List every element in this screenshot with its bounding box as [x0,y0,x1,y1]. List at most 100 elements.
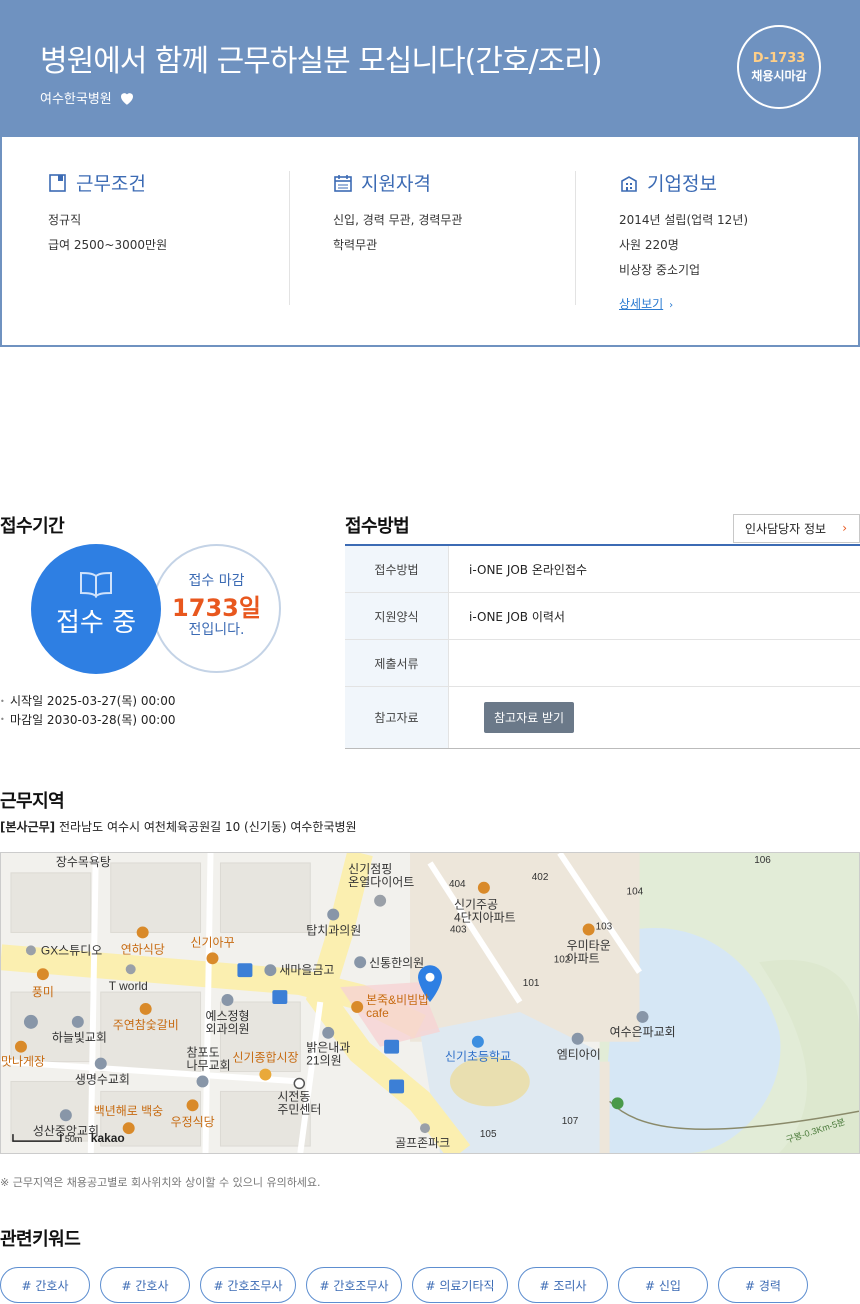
row-key: 참고자료 [345,687,449,748]
company-section: 기업정보 2014년 설립(업력 12년) 사원 220명 비상장 중소기업 상… [619,169,859,312]
map-label: 404 [449,879,466,890]
qualifications-section: 지원자격 신입, 경력 무관, 경력무관 학력무관 [333,169,573,258]
map-label: 402 [532,872,549,883]
keywords-title: 관련키워드 [0,1229,81,1250]
work-address: [본사근무] 전라남도 여수시 여천체육공원길 10 (신기동) 여수한국병원 [0,818,357,835]
period-dates: 시작일 2025-03-27(목) 00:00 마감일 2030-03-28(목… [0,692,175,729]
map-label: 장수목욕탕 [56,855,111,869]
keyword-list: # 간호사 # 간호사 # 간호조무사 # 간호조무사 # 의료기타직 # 조리… [0,1267,808,1303]
qualifications-title: 지원자격 [361,173,431,195]
map-label: 신기초등학교 [445,1050,511,1064]
dday-badge: D-1733 채용시마감 [737,25,821,109]
map-label: 403 [450,924,467,935]
period-title: 접수기간 [0,516,65,537]
countdown-days: 1733일 [172,594,261,622]
keyword-tag[interactable]: # 조리사 [518,1267,608,1303]
map-label: 신통한의원 [369,956,424,970]
map-label: 시전동 주민센터 [277,1089,321,1116]
map-label: 하늘빛교회 [52,1031,107,1045]
keyword-tag[interactable]: # 신입 [618,1267,708,1303]
document-icon [49,173,66,192]
calendar-icon [334,174,352,192]
map-label: 신기아꾸 [191,935,235,949]
company-name[interactable]: 여수한국병원 [40,88,112,107]
end-date: 마감일 2030-03-28(목) 00:00 [0,711,175,730]
map-label: 101 [523,978,540,989]
table-row: 참고자료 참고자료 받기 [345,687,860,748]
keyword-tag[interactable]: # 간호조무사 [200,1267,296,1303]
school-field [449,1056,530,1107]
scale-label: 50m [65,1134,82,1144]
location-map[interactable]: 장수목욕탕 GX스튜디오 연하식당 신기아꾸 T world 풍미 하늘빛교회 … [0,852,860,1154]
map-label: 맛나게장 [1,1055,45,1069]
map-label: 생명수교회 [75,1072,130,1086]
map-label: 106 [754,855,771,866]
condition-salary: 급여 2500~3000만원 [48,238,168,252]
map-label: 엠티아이 [557,1048,601,1062]
map-label: 우정식당 [171,1115,215,1129]
map-label: 신기종합시장 [232,1051,298,1065]
company-employees: 사원 220명 [619,238,679,252]
map-label: T world [109,979,148,993]
building-icon [621,175,637,192]
condition-employment: 정규직 [48,213,82,227]
chevron-right-icon: › [669,300,674,311]
method-title: 접수방법 [345,516,410,537]
period-countdown: 접수 마감 1733일 전입니다. [152,544,281,673]
method-table: 접수방법 i-ONE JOB 온라인접수 지원양식 i-ONE JOB 이력서 … [345,544,860,749]
map-label: 밝은내과 21의원 [306,1041,350,1068]
map-label: 107 [562,1116,579,1127]
keyword-tag[interactable]: # 간호조무사 [306,1267,402,1303]
map-label: GX스튜디오 [41,943,102,957]
kakao-logo: kakao [91,1131,125,1145]
job-header: 병원에서 함께 근무하실분 모십니다(간호/조리) 여수한국병원 D-1733 … [0,0,860,137]
row-value: i-ONE JOB 온라인접수 [469,562,588,577]
period-status-circle: 접수 중 [31,544,161,674]
table-row: 제출서류 [345,640,860,687]
start-date: 시작일 2025-03-27(목) 00:00 [0,692,175,711]
row-key: 지원양식 [345,593,449,639]
location-notice: ※ 근무지역은 채용공고별로 회사위치와 상이할 수 있으니 유의하세요. [0,1176,321,1189]
map-canvas[interactable]: 장수목욕탕 GX스튜디오 연하식당 신기아꾸 T world 풍미 하늘빛교회 … [1,853,859,1153]
map-label: 예스정형 외과의원 [206,1009,250,1036]
chevron-right-icon: › [842,521,847,535]
row-key: 접수방법 [345,546,449,592]
map-label: 골프존파크 [395,1136,450,1150]
keyword-tag[interactable]: # 간호사 [0,1267,90,1303]
book-icon [80,571,112,598]
hr-contact-label: 인사담당자 정보 [745,522,827,536]
table-row: 접수방법 i-ONE JOB 온라인접수 [345,546,860,593]
table-row: 지원양식 i-ONE JOB 이력서 [345,593,860,640]
qualification-career: 신입, 경력 무관, 경력무관 [333,213,463,227]
company-detail-link[interactable]: 상세보기 › [619,295,673,312]
countdown-label: 접수 마감 [188,573,245,589]
company-info-title: 기업정보 [647,173,717,195]
map-label: 풍미 [32,985,54,999]
map-label: 신기점핑 온열다이어트 [348,862,414,889]
dday-count: D-1733 [752,50,806,66]
address-tag: [본사근무] [0,820,56,834]
row-value [449,640,860,686]
keyword-tag[interactable]: # 경력 [718,1267,808,1303]
reference-download-button[interactable]: 참고자료 받기 [484,702,575,733]
countdown-suffix: 전입니다. [188,622,245,638]
map-label: 연하식당 [121,942,165,956]
deadline-label: 채용시마감 [751,68,807,83]
hr-contact-button[interactable]: 인사담당자 정보 › [733,514,860,543]
keyword-tag[interactable]: # 의료기타직 [412,1267,508,1303]
period-status: 접수 중 [55,608,137,638]
qualification-education: 학력무관 [333,238,378,252]
job-summary: 근무조건 정규직 급여 2500~3000만원 지원자격 신입, 경력 무관, … [0,137,860,347]
row-value: i-ONE JOB 이력서 [469,609,565,624]
keyword-tag[interactable]: # 간호사 [100,1267,190,1303]
location-title: 근무지역 [0,791,65,812]
heart-icon[interactable] [118,89,136,107]
map-label: 105 [480,1129,497,1140]
map-label: 백년해로 백숭 [94,1104,163,1118]
row-value: 참고자료 받기 [449,687,860,748]
row-key: 제출서류 [345,640,449,686]
company-founded: 2014년 설립(업력 12년) [619,213,749,227]
map-label: 주연참숯갈비 [113,1018,179,1032]
company-name-row: 여수한국병원 [40,88,136,107]
map-label: 102 [554,954,571,965]
